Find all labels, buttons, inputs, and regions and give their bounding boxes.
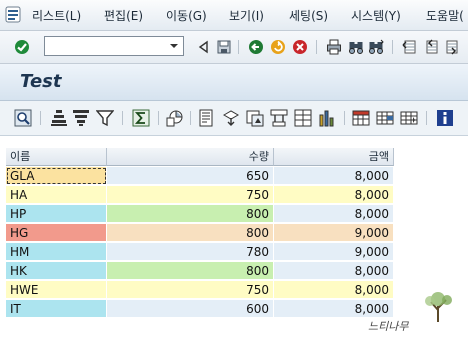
toolbar-separator — [344, 111, 345, 125]
toolbar-separator — [238, 40, 239, 54]
watermark-text: 느티나무 — [368, 320, 409, 333]
cell-amount[interactable]: 9,000 — [274, 224, 394, 242]
print-icon[interactable] — [326, 39, 342, 55]
layout-icon[interactable] — [294, 109, 312, 127]
next-page-icon[interactable] — [444, 39, 460, 55]
menu-view[interactable]: 보기(I) — [229, 7, 264, 24]
menu-bar: 리스트(L) 편집(E) 이동(G) 보기(I) 세팅(S) 시스템(Y) 도움… — [0, 0, 468, 31]
back-icon[interactable] — [248, 39, 264, 55]
toolbar-separator — [392, 40, 393, 54]
cell-qty[interactable]: 750 — [107, 186, 274, 204]
cell-qty[interactable]: 650 — [107, 167, 274, 185]
cell-name[interactable]: HG — [6, 224, 107, 242]
table-row[interactable]: HWE 750 8,000 — [6, 281, 394, 299]
find-next-icon[interactable] — [368, 39, 384, 55]
first-page-icon[interactable] — [402, 39, 418, 55]
cell-amount[interactable]: 8,000 — [274, 186, 394, 204]
table-row[interactable]: HG 800 9,000 — [6, 224, 394, 242]
chevron-down-icon[interactable] — [165, 37, 183, 55]
sort-descending-icon[interactable] — [72, 109, 90, 127]
subtotal-icon[interactable] — [166, 109, 184, 127]
prev-page-icon[interactable] — [424, 39, 440, 55]
column-header-qty[interactable]: 수량 — [107, 148, 274, 166]
command-input[interactable] — [45, 37, 173, 55]
column-header-amount[interactable]: 금액 — [274, 148, 394, 166]
menu-system[interactable]: 시스템(Y) — [351, 7, 401, 24]
menu-settings[interactable]: 세팅(S) — [289, 7, 328, 24]
menu-edit[interactable]: 편집(E) — [104, 7, 143, 24]
title-bar: Test — [0, 64, 468, 101]
cell-name[interactable]: HM — [6, 243, 107, 261]
abc-analysis-icon[interactable] — [270, 109, 288, 127]
cell-qty[interactable]: 800 — [107, 262, 274, 280]
save-layout-icon[interactable] — [400, 109, 418, 127]
cell-name[interactable]: IT — [6, 300, 107, 318]
toolbar-separator — [190, 111, 191, 125]
cell-amount[interactable]: 8,000 — [274, 167, 394, 185]
cancel-icon[interactable] — [292, 39, 308, 55]
back-triangle-icon[interactable] — [196, 39, 212, 55]
cell-amount[interactable]: 8,000 — [274, 262, 394, 280]
alv-toolbar — [0, 101, 468, 136]
standard-toolbar — [0, 31, 468, 64]
save-icon[interactable] — [216, 39, 232, 55]
table-row[interactable]: IT 600 8,000 — [6, 300, 394, 318]
menu-help[interactable]: 도움말( — [426, 7, 464, 24]
cell-amount[interactable]: 8,000 — [274, 205, 394, 223]
change-layout-icon[interactable] — [318, 109, 336, 127]
table-row[interactable]: HA 750 8,000 — [6, 186, 394, 204]
toolbar-separator — [122, 111, 123, 125]
table-row[interactable]: HK 800 8,000 — [6, 262, 394, 280]
details-icon[interactable] — [14, 109, 32, 127]
toolbar-separator — [426, 111, 427, 125]
grid-layout-icon[interactable] — [352, 109, 370, 127]
page-title: Test — [20, 71, 62, 92]
tree-icon — [425, 292, 452, 322]
export-icon[interactable] — [222, 109, 240, 127]
watermark-logo: 느티나무 — [368, 288, 464, 348]
cell-name[interactable]: HK — [6, 262, 107, 280]
exit-icon[interactable] — [270, 39, 286, 55]
menu-list[interactable]: 리스트(L) — [32, 7, 81, 24]
cell-name[interactable]: HP — [6, 205, 107, 223]
cell-qty[interactable]: 780 — [107, 243, 274, 261]
cell-qty[interactable]: 800 — [107, 224, 274, 242]
table-row[interactable]: GLA 650 8,000 — [6, 167, 394, 185]
cell-name[interactable]: GLA — [6, 167, 107, 185]
cell-qty[interactable]: 600 — [107, 300, 274, 318]
toolbar-separator — [40, 111, 41, 125]
find-icon[interactable] — [348, 39, 364, 55]
cell-qty[interactable]: 800 — [107, 205, 274, 223]
sap-menu-icon[interactable] — [5, 6, 21, 23]
toolbar-separator — [158, 111, 159, 125]
column-header-name[interactable]: 이름 — [6, 148, 107, 166]
print-preview-icon[interactable] — [198, 109, 216, 127]
check-icon[interactable] — [14, 39, 30, 55]
info-icon[interactable] — [436, 109, 454, 127]
toolbar-separator — [316, 40, 317, 54]
cell-amount[interactable]: 9,000 — [274, 243, 394, 261]
cell-name[interactable]: HWE — [6, 281, 107, 299]
menu-goto[interactable]: 이동(G) — [166, 7, 207, 24]
table-row[interactable]: HM 780 9,000 — [6, 243, 394, 261]
cell-qty[interactable]: 750 — [107, 281, 274, 299]
command-field[interactable] — [44, 36, 184, 56]
graphic-icon[interactable] — [246, 109, 264, 127]
filter-icon[interactable] — [96, 109, 114, 127]
sort-ascending-icon[interactable] — [50, 109, 68, 127]
cell-name[interactable]: HA — [6, 186, 107, 204]
table-row[interactable]: HP 800 8,000 — [6, 205, 394, 223]
sum-icon[interactable] — [132, 109, 150, 127]
select-layout-icon[interactable] — [376, 109, 394, 127]
